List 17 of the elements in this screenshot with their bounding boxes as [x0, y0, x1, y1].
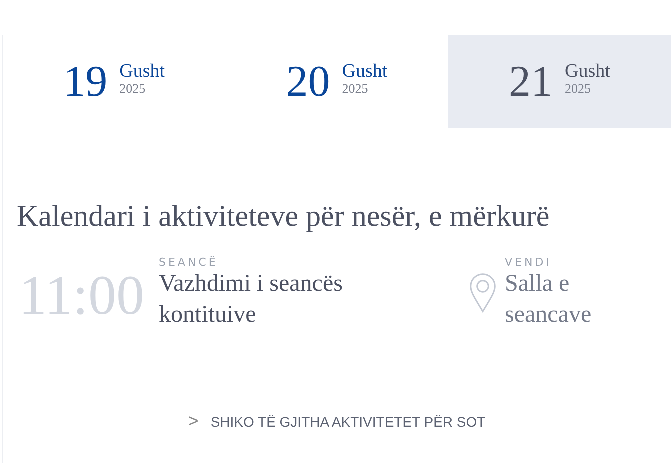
day-number: 21 [508, 56, 553, 107]
all-activities-link[interactable]: > SHIKO TË GJITHA AKTIVITETET PËR SOT [188, 411, 486, 432]
venue-name: Salla e seancave [505, 270, 593, 330]
month-label: Gusht [564, 62, 610, 82]
section-heading: Kalendari i aktiviteteve për nesër, e mërkurë [17, 200, 551, 234]
year-label: 2025 [120, 82, 147, 96]
location-pin-icon [469, 272, 497, 314]
year-label: 2025 [564, 82, 592, 96]
day-number: 20 [286, 56, 330, 107]
year-label: 2025 [342, 82, 370, 96]
venue-label: VENDI [505, 256, 553, 269]
chevron-icon: > [188, 411, 199, 432]
session-label: SEANCË [159, 256, 220, 269]
day-number: 19 [64, 56, 108, 107]
session-title: Vazhdimi i seancës kontituive [159, 270, 344, 330]
month-label: Gusht [342, 62, 388, 82]
month-label: Gusht [120, 62, 166, 82]
